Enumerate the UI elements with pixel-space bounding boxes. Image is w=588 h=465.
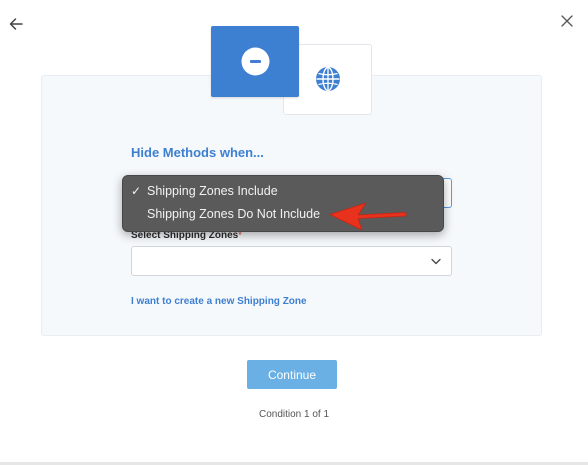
- chevron-down-icon: [431, 258, 441, 265]
- annotation-arrow-icon: [329, 202, 407, 231]
- checkmark-icon: ✓: [131, 184, 142, 198]
- continue-button[interactable]: Continue: [247, 360, 337, 389]
- hide-methods-title: Hide Methods when...: [131, 145, 264, 160]
- dropdown-option-label: Shipping Zones Include: [147, 184, 278, 198]
- globe-icon: [316, 66, 340, 92]
- condition-count: Condition 1 of 1: [258, 409, 330, 420]
- hide-methods-tile[interactable]: [211, 26, 299, 97]
- create-shipping-zone-link[interactable]: I want to create a new Shipping Zone: [131, 296, 307, 307]
- minus-circle-icon: [241, 47, 270, 76]
- close-icon[interactable]: [561, 15, 573, 27]
- dropdown-option-label: Shipping Zones Do Not Include: [147, 207, 321, 221]
- arrow-left-icon[interactable]: [8, 16, 24, 32]
- shipping-zones-select[interactable]: [131, 246, 452, 276]
